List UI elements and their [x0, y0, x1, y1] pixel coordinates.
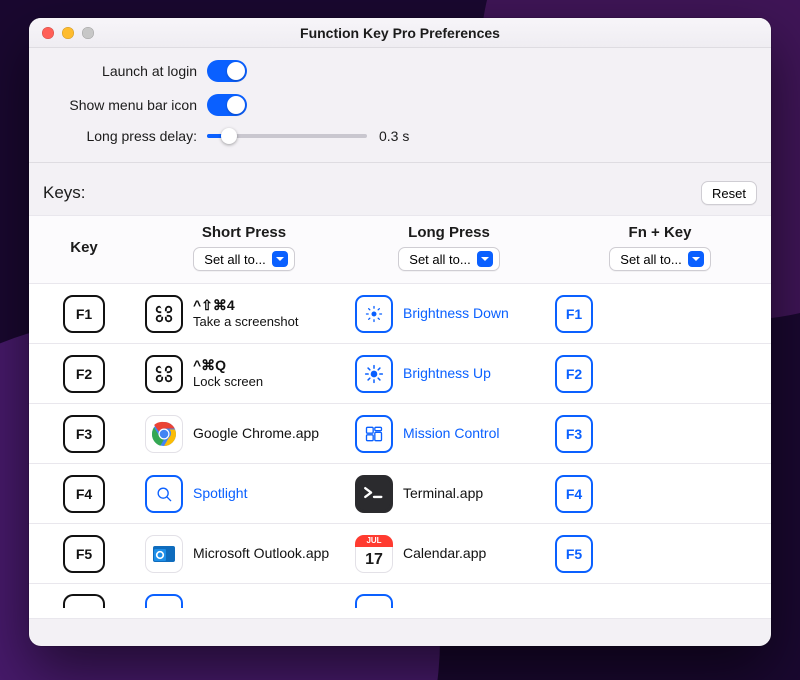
set-all-short[interactable]: Set all to... — [193, 247, 294, 271]
fn-key-icon: F4 — [555, 475, 593, 513]
mission-control-icon — [355, 415, 393, 453]
action-label: Microsoft Outlook.app — [193, 545, 329, 563]
preferences-window: Function Key Pro Preferences Launch at l… — [29, 18, 771, 646]
long-press-delay-value: 0.3 s — [379, 128, 409, 144]
fn-key-icon: F1 — [555, 295, 593, 333]
general-settings: Launch at login Show menu bar icon Long … — [29, 48, 771, 163]
table-row — [29, 584, 771, 619]
keys-table: Key Short Press Set all to... Long Press… — [29, 215, 771, 619]
action-label: Brightness Up — [403, 365, 491, 383]
launch-at-login-label: Launch at login — [49, 63, 197, 79]
short-press-action[interactable]: Microsoft Outlook.app — [139, 535, 349, 573]
titlebar: Function Key Pro Preferences — [29, 18, 771, 48]
command-key-icon — [145, 295, 183, 333]
short-press-action[interactable]: Google Chrome.app — [139, 415, 349, 453]
long-press-action[interactable]: Mission Control — [349, 415, 549, 453]
keys-section-header: Keys: Reset — [29, 163, 771, 215]
long-press-action[interactable]: JUL17 Calendar.app — [349, 535, 549, 573]
fn-key-action[interactable]: F2 — [549, 355, 771, 393]
keycap[interactable]: F5 — [63, 535, 105, 573]
fn-key-action[interactable]: F1 — [549, 295, 771, 333]
menu-bar-icon-toggle[interactable] — [207, 94, 247, 116]
set-all-long[interactable]: Set all to... — [398, 247, 499, 271]
keycap[interactable]: F3 — [63, 415, 105, 453]
outlook-icon — [145, 535, 183, 573]
fn-key-icon: F2 — [555, 355, 593, 393]
table-row: F3 Google Chrome.app Mission Control F3 — [29, 404, 771, 464]
fn-key-icon: F5 — [555, 535, 593, 573]
long-press-action[interactable]: Brightness Down — [349, 295, 549, 333]
terminal-icon — [355, 475, 393, 513]
keys-section-label: Keys: — [43, 183, 86, 203]
chrome-icon — [145, 415, 183, 453]
table-row: F1 ^⇧⌘4Take a screenshot Brightness Down F1 — [29, 284, 771, 344]
chevron-down-icon — [688, 251, 704, 267]
long-press-delay-label: Long press delay: — [49, 128, 197, 144]
keycap[interactable]: F1 — [63, 295, 105, 333]
action-label: Spotlight — [193, 485, 247, 503]
keys-table-body: F1^⇧⌘4Take a screenshotBrightness DownF1… — [29, 284, 771, 619]
table-row: F5 Microsoft Outlook.app JUL17 Calendar.app… — [29, 524, 771, 584]
long-press-action[interactable]: Terminal.app — [349, 475, 549, 513]
table-row: F2 ^⌘QLock screen Brightness Up F2 — [29, 344, 771, 404]
action-label: Terminal.app — [403, 485, 483, 503]
keycap[interactable]: F4 — [63, 475, 105, 513]
launch-at-login-row: Launch at login — [49, 60, 751, 82]
calendar-icon: JUL17 — [355, 535, 393, 573]
brightness-up-icon — [355, 355, 393, 393]
short-press-action[interactable]: ^⇧⌘4Take a screenshot — [139, 295, 349, 333]
long-press-delay-row: Long press delay: 0.3 s — [49, 128, 751, 144]
chevron-down-icon — [477, 251, 493, 267]
column-fn: Fn + Key — [629, 224, 692, 241]
spotlight-icon — [145, 475, 183, 513]
action-label: Brightness Down — [403, 305, 509, 323]
action-label: Mission Control — [403, 425, 499, 443]
column-key: Key — [70, 239, 98, 256]
menu-bar-icon-row: Show menu bar icon — [49, 94, 751, 116]
set-all-fn[interactable]: Set all to... — [609, 247, 710, 271]
menu-bar-icon-label: Show menu bar icon — [49, 97, 197, 113]
fn-key-action[interactable]: F3 — [549, 415, 771, 453]
window-title: Function Key Pro Preferences — [29, 25, 771, 41]
shortcut-desc: Lock screen — [193, 374, 263, 390]
action-label: Calendar.app — [403, 545, 486, 563]
action-label: Google Chrome.app — [193, 425, 319, 443]
brightness-down-icon — [355, 295, 393, 333]
column-long: Long Press — [408, 224, 490, 241]
command-key-icon — [145, 355, 183, 393]
short-press-action[interactable]: ^⌘QLock screen — [139, 355, 349, 393]
shortcut-desc: Take a screenshot — [193, 314, 299, 330]
short-press-action[interactable]: Spotlight — [139, 475, 349, 513]
shortcut-combo: ^⇧⌘4 — [193, 297, 299, 315]
launch-at-login-toggle[interactable] — [207, 60, 247, 82]
long-press-action[interactable]: Brightness Up — [349, 355, 549, 393]
fn-key-action[interactable]: F5 — [549, 535, 771, 573]
long-press-delay-slider[interactable] — [207, 134, 367, 138]
shortcut-combo: ^⌘Q — [193, 357, 263, 375]
reset-button[interactable]: Reset — [701, 181, 757, 205]
keycap[interactable]: F2 — [63, 355, 105, 393]
fn-key-icon: F3 — [555, 415, 593, 453]
keys-table-header: Key Short Press Set all to... Long Press… — [29, 215, 771, 284]
column-short: Short Press — [202, 224, 286, 241]
table-row: F4 Spotlight Terminal.app F4 — [29, 464, 771, 524]
fn-key-action[interactable]: F4 — [549, 475, 771, 513]
chevron-down-icon — [272, 251, 288, 267]
